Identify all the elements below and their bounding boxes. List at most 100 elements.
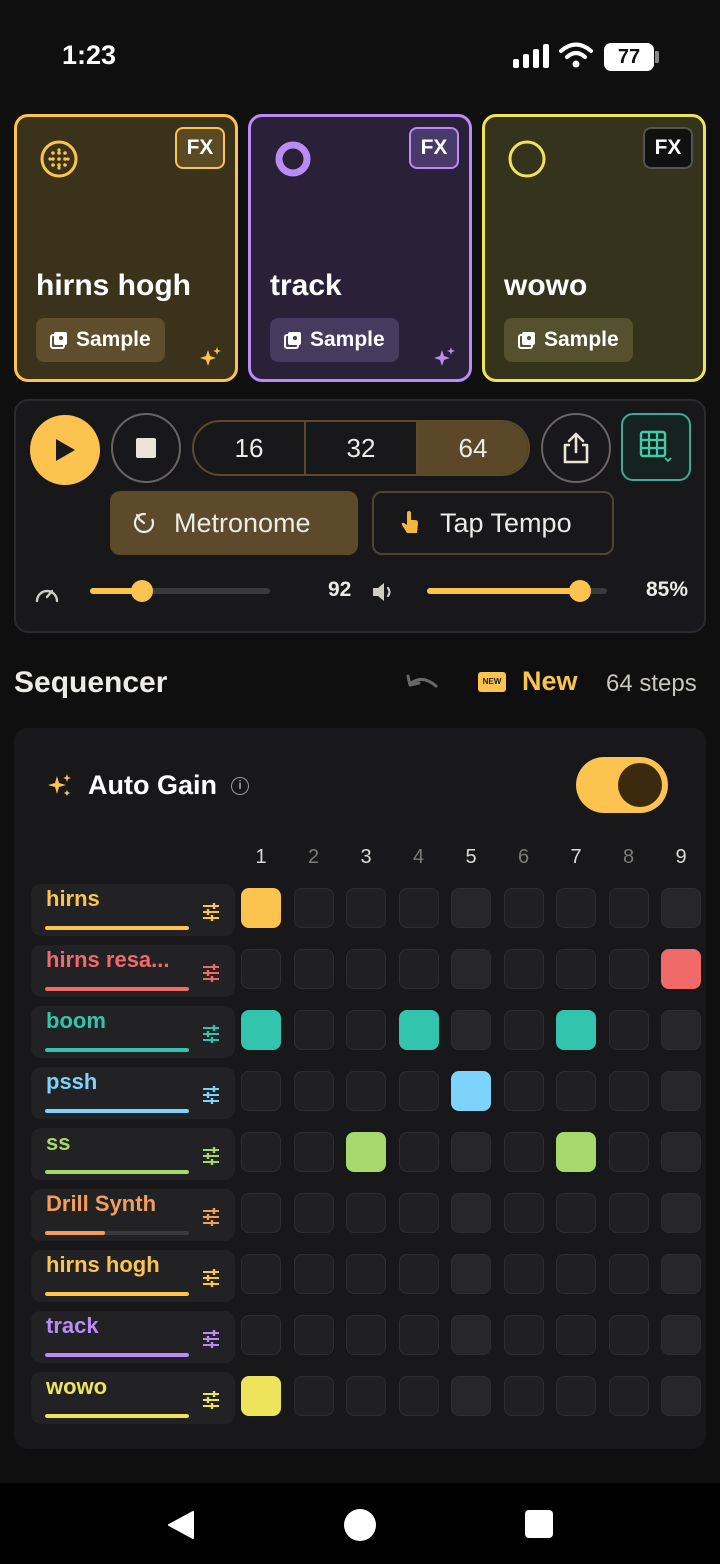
step-cell[interactable] <box>346 1376 386 1416</box>
step-cell[interactable] <box>556 1315 596 1355</box>
sample-button[interactable]: Sample <box>504 318 633 362</box>
step-cell[interactable] <box>346 888 386 928</box>
step-cell[interactable] <box>608 888 649 928</box>
step-cell[interactable] <box>608 1376 649 1416</box>
step-cell[interactable] <box>503 949 544 989</box>
step-cell[interactable] <box>661 1254 701 1294</box>
track-card-hirns-hogh[interactable]: FX hirns hogh Sample <box>14 114 238 382</box>
stop-button[interactable] <box>111 413 181 483</box>
step-cell[interactable] <box>241 1376 281 1416</box>
volume-slider-thumb[interactable] <box>569 580 591 602</box>
step-cell[interactable] <box>451 1132 491 1172</box>
step-cell[interactable] <box>241 1010 281 1050</box>
step-cell[interactable] <box>398 1315 439 1355</box>
step-cell[interactable] <box>503 1254 544 1294</box>
step-cell[interactable] <box>661 1010 701 1050</box>
steps-selector[interactable]: 16 32 64 <box>192 420 530 476</box>
step-cell[interactable] <box>661 888 701 928</box>
step-cell[interactable] <box>556 1254 596 1294</box>
step-cell[interactable] <box>241 888 281 928</box>
mixer-icon[interactable] <box>201 1207 221 1227</box>
home-icon[interactable] <box>344 1509 376 1541</box>
mixer-icon[interactable] <box>201 1024 221 1044</box>
play-button[interactable] <box>30 415 100 485</box>
step-cell[interactable] <box>451 1193 491 1233</box>
sequencer-row-label[interactable]: boom <box>31 1006 235 1058</box>
step-cell[interactable] <box>346 1071 386 1111</box>
step-cell[interactable] <box>608 1315 649 1355</box>
mixer-icon[interactable] <box>201 1146 221 1166</box>
step-cell[interactable] <box>608 1132 649 1172</box>
step-cell[interactable] <box>503 1010 544 1050</box>
step-cell[interactable] <box>293 1010 334 1050</box>
step-cell[interactable] <box>241 949 281 989</box>
step-cell[interactable] <box>503 1193 544 1233</box>
step-cell[interactable] <box>398 1010 439 1050</box>
step-cell[interactable] <box>503 1132 544 1172</box>
step-cell[interactable] <box>451 1071 491 1111</box>
sequencer-row-label[interactable]: hirns resa... <box>31 945 235 997</box>
metronome-button[interactable]: Metronome <box>110 491 358 555</box>
step-cell[interactable] <box>556 888 596 928</box>
step-cell[interactable] <box>451 1376 491 1416</box>
step-cell[interactable] <box>241 1193 281 1233</box>
tap-tempo-button[interactable]: Tap Tempo <box>372 491 614 555</box>
step-cell[interactable] <box>293 1132 334 1172</box>
step-cell[interactable] <box>346 949 386 989</box>
step-cell[interactable] <box>503 888 544 928</box>
step-cell[interactable] <box>661 1132 701 1172</box>
step-cell[interactable] <box>608 949 649 989</box>
sequencer-row-label[interactable]: pssh <box>31 1067 235 1119</box>
recents-icon[interactable] <box>525 1510 553 1538</box>
step-cell[interactable] <box>556 1071 596 1111</box>
step-cell[interactable] <box>661 1071 701 1111</box>
step-cell[interactable] <box>241 1315 281 1355</box>
step-cell[interactable] <box>293 1315 334 1355</box>
step-cell[interactable] <box>346 1315 386 1355</box>
step-cell[interactable] <box>661 1376 701 1416</box>
mixer-icon[interactable] <box>201 963 221 983</box>
step-cell[interactable] <box>556 1193 596 1233</box>
step-cell[interactable] <box>503 1071 544 1111</box>
step-cell[interactable] <box>398 1132 439 1172</box>
step-cell[interactable] <box>608 1254 649 1294</box>
step-cell[interactable] <box>346 1193 386 1233</box>
step-cell[interactable] <box>293 949 334 989</box>
step-cell[interactable] <box>241 1254 281 1294</box>
track-card-track[interactable]: FX track Sample <box>248 114 472 382</box>
sample-button[interactable]: Sample <box>270 318 399 362</box>
fx-button[interactable]: FX <box>643 127 693 169</box>
step-cell[interactable] <box>346 1010 386 1050</box>
mixer-icon[interactable] <box>201 1329 221 1349</box>
mixer-icon[interactable] <box>201 1268 221 1288</box>
sequencer-row-label[interactable]: hirns hogh <box>31 1250 235 1302</box>
step-cell[interactable] <box>398 1193 439 1233</box>
step-cell[interactable] <box>661 949 701 989</box>
step-cell[interactable] <box>346 1254 386 1294</box>
step-cell[interactable] <box>451 1010 491 1050</box>
share-button[interactable] <box>541 413 611 483</box>
step-cell[interactable] <box>293 1071 334 1111</box>
step-cell[interactable] <box>451 1254 491 1294</box>
step-cell[interactable] <box>451 888 491 928</box>
step-cell[interactable] <box>398 888 439 928</box>
steps-option-64[interactable]: 64 <box>418 422 528 474</box>
steps-option-32[interactable]: 32 <box>306 422 418 474</box>
step-cell[interactable] <box>451 1315 491 1355</box>
tempo-slider-thumb[interactable] <box>131 580 154 602</box>
step-cell[interactable] <box>346 1132 386 1172</box>
track-card-wowo[interactable]: FX wowo Sample <box>482 114 706 382</box>
step-cell[interactable] <box>661 1315 701 1355</box>
step-cell[interactable] <box>293 1193 334 1233</box>
back-icon[interactable] <box>166 1510 196 1540</box>
tempo-slider[interactable] <box>90 580 270 602</box>
mixer-icon[interactable] <box>201 1085 221 1105</box>
step-cell[interactable] <box>503 1376 544 1416</box>
step-cell[interactable] <box>556 1132 596 1172</box>
sequencer-row-label[interactable]: Drill Synth <box>31 1189 235 1241</box>
grid-view-button[interactable] <box>621 413 691 481</box>
sequencer-row-label[interactable]: hirns <box>31 884 235 936</box>
volume-slider[interactable] <box>427 580 607 602</box>
step-cell[interactable] <box>293 888 334 928</box>
info-icon[interactable]: i <box>231 776 249 795</box>
